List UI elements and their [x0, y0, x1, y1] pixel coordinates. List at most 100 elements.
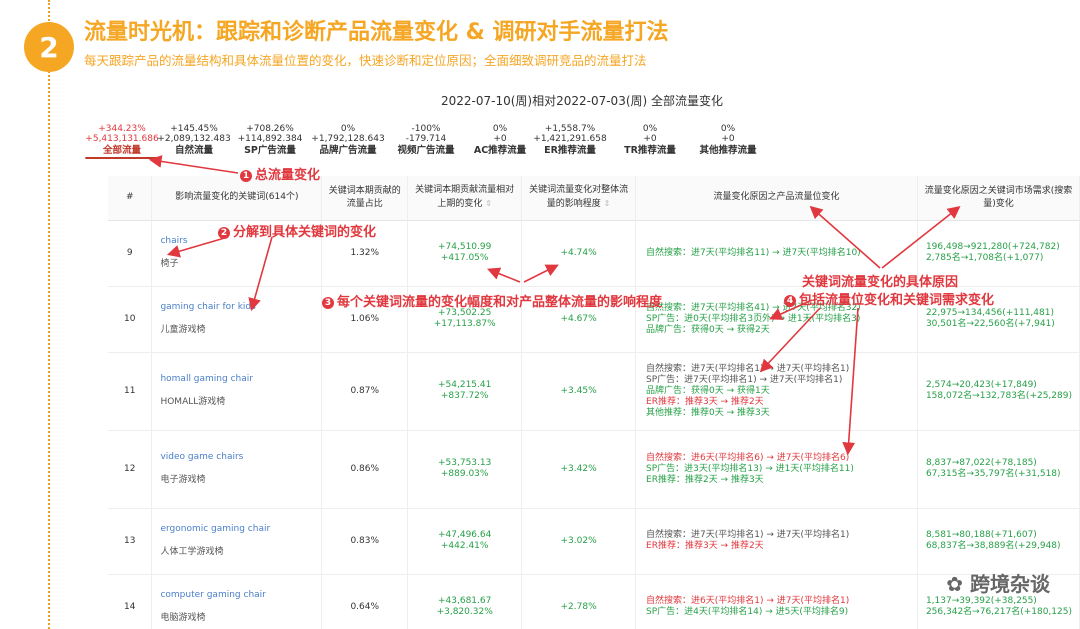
col-share[interactable]: 关键词本期贡献的流量占比: [321, 176, 409, 221]
keyword-link[interactable]: homall gaming chair: [160, 374, 317, 385]
sort-icon[interactable]: ⇕: [604, 199, 611, 208]
metric-all[interactable]: +344.23% +5,413,131.686 全部流量: [85, 124, 159, 159]
note-2: 2 分解到具体关键词的变化: [218, 221, 376, 240]
cell-impact: +4.74%: [521, 220, 637, 287]
cell-share: 0.64%: [321, 574, 409, 629]
note-text: 分解到具体关键词的变化: [233, 225, 377, 240]
metric-brand-ad[interactable]: 0% +1,792,128.643 品牌广告流量: [311, 124, 384, 156]
demand-line: 196,498→921,280(+724,782): [925, 242, 1060, 252]
screenshot-panel: 2022-07-10(周)相对2022-07-03(周) 全部流量变化 +344…: [84, 80, 1080, 629]
page-subtitle: 每天跟踪产品的流量结构和具体流量位置的变化，快速诊断和定位原因；全面细致调研竞品…: [84, 53, 647, 68]
reason-line: 品牌广告：获得0天 → 获得1天: [646, 385, 770, 396]
keyword-translation: 儿童游戏椅: [160, 325, 206, 335]
metric-val: +0: [643, 134, 657, 144]
demand-line: 2,785名→1,708名(+1,077): [925, 253, 1044, 263]
metric-val: +0: [493, 134, 507, 144]
demand-line: 30,501名→22,560名(+7,941): [925, 319, 1055, 329]
note-num: 4: [784, 295, 796, 307]
metric-pct: -100%: [411, 124, 441, 134]
metric-pct: 0%: [492, 124, 508, 134]
metric-pct: +145.45%: [170, 124, 218, 134]
cell-keyword: ergonomic gaming chair 人体工学游戏椅: [151, 508, 323, 575]
cell-reason-demand: 8,581→80,188(+71,607) 68,837名→38,889名(+29…: [917, 508, 1080, 575]
cell-num: 14: [108, 574, 153, 629]
note-num: 1: [240, 170, 252, 182]
cell-reason-pos: 自然搜索：进6天(平均排名6) → 进7天(平均排名6) SP广告：进3天(平均排…: [635, 430, 918, 509]
demand-line: 68,837名→38,889名(+29,948): [925, 541, 1061, 551]
table-row: 14 computer gaming chair 电脑游戏椅 0.64% +43,681…: [108, 574, 1080, 629]
col-impact[interactable]: 关键词流量变化对整体流量的影响程度 ⇕: [521, 176, 637, 221]
keyword-link[interactable]: ergonomic gaming chair: [160, 524, 317, 535]
demand-line: 67,315名→35,797名(+31,518): [925, 469, 1061, 479]
cell-change: +74,510.99 +417.05%: [407, 220, 523, 287]
metric-val: +114,892.384: [237, 134, 303, 144]
cell-reason-pos: 自然搜索：进7天(平均排名1) → 进7天(平均排名1) ER推荐：推荐3天 → …: [635, 508, 918, 575]
cell-num: 10: [108, 286, 153, 353]
keyword-link[interactable]: video game chairs: [160, 452, 317, 463]
timeline-line: [48, 0, 50, 629]
sort-icon[interactable]: ⇕: [485, 199, 492, 208]
note-3: 3 每个关键词流量的变化幅度和对产品整体流量的影响程度: [322, 291, 662, 310]
cell-reason-pos: 自然搜索：进6天(平均排名1) → 进7天(平均排名1) SP广告：进4天(平均排…: [635, 574, 918, 629]
reason-line: 自然搜索：进6天(平均排名1) → 进7天(平均排名1): [646, 596, 850, 606]
table-row: 12 video game chairs 电子游戏椅 0.86% +53,753.13 +…: [108, 430, 1080, 509]
metric-label: TR推荐流量: [624, 145, 676, 156]
change-abs: +47,496.64: [437, 530, 492, 540]
note-text: 总流量变化: [255, 168, 321, 183]
cell-num: 9: [108, 220, 153, 287]
metric-other[interactable]: 0% +0 其他推荐流量: [699, 124, 756, 156]
metric-ac[interactable]: 0% +0 AC推荐流量: [474, 124, 526, 156]
watermark-text: 跨境杂谈: [970, 572, 1050, 596]
page: 2 流量时光机：跟踪和诊断产品流量变化 & 调研对手流量打法 每天跟踪产品的流量…: [0, 0, 1080, 629]
reason-line: SP广告：进7天(平均排名1) → 进7天(平均排名1): [646, 374, 843, 385]
keyword-translation: 电子游戏椅: [160, 475, 206, 485]
change-pct: +3,820.32%: [436, 607, 493, 617]
col-change-label: 关键词本期贡献流量相对上期的变化: [415, 185, 515, 210]
reason-line: 品牌广告：获得0天 → 获得2天: [646, 324, 770, 335]
change-pct: +417.05%: [440, 253, 489, 263]
cell-share: 0.86%: [321, 430, 409, 509]
table-row: 13 ergonomic gaming chair 人体工学游戏椅 0.83% +47,…: [108, 508, 1080, 575]
change-abs: +43,681.67: [437, 596, 492, 606]
change-abs: +54,215.41: [437, 380, 492, 390]
metric-pct: +708.26%: [246, 124, 294, 134]
keyword-table: # 影响流量变化的关键词(614个) 关键词本期贡献的流量占比 关键词本期贡献流…: [108, 176, 1080, 629]
metric-organic[interactable]: +145.45% +2,089,132.483 自然流量: [157, 124, 230, 156]
metric-val: +5,413,131.686: [85, 134, 159, 144]
reason-line: SP广告：进3天(平均排名13) → 进1天(平均排名11): [646, 463, 854, 474]
period-label: 2022-07-10(周)相对2022-07-03(周) 全部流量变化: [440, 94, 724, 108]
reason-line: 自然搜索：进7天(平均排名11) → 进7天(平均排名10): [646, 247, 861, 258]
metric-val: -179.714: [405, 134, 447, 144]
metric-video-ad[interactable]: -100% -179.714 视频广告流量: [397, 124, 454, 156]
note-1: 1 总流量变化: [240, 164, 320, 183]
cell-change: +53,753.13 +889.03%: [407, 430, 523, 509]
change-abs: +53,753.13: [437, 458, 492, 468]
keyword-link[interactable]: computer gaming chair: [160, 590, 317, 601]
keyword-link[interactable]: gaming chair for kids: [160, 302, 317, 313]
col-num: #: [108, 176, 153, 221]
keyword-translation: 电脑游戏椅: [160, 613, 206, 623]
cell-reason-demand: 8,837→87,022(+78,185) 67,315名→35,797名(+31…: [917, 430, 1080, 509]
note-num: 2: [218, 227, 230, 239]
metric-pct: 0%: [642, 124, 658, 134]
cell-keyword: gaming chair for kids 儿童游戏椅: [151, 286, 323, 353]
cell-share: 0.87%: [321, 352, 409, 431]
change-pct: +889.03%: [440, 469, 489, 479]
cell-num: 13: [108, 508, 153, 575]
metric-sp-ad[interactable]: +708.26% +114,892.384 SP广告流量: [238, 124, 303, 156]
demand-line: 8,837→87,022(+78,185): [925, 458, 1037, 468]
metric-label: SP广告流量: [244, 145, 296, 156]
metric-er[interactable]: +1,558.7% +1,421,291.658 ER推荐流量: [533, 124, 606, 156]
metric-label: 品牌广告流量: [319, 145, 377, 156]
metric-tr[interactable]: 0% +0 TR推荐流量: [624, 124, 676, 156]
metric-pct: 0%: [720, 124, 736, 134]
keyword-translation: 人体工学游戏椅: [160, 547, 224, 557]
reason-line: SP广告：进4天(平均排名14) → 进5天(平均排名9): [646, 607, 849, 617]
cell-change: +54,215.41 +837.72%: [407, 352, 523, 431]
col-change[interactable]: 关键词本期贡献流量相对上期的变化 ⇕: [407, 176, 523, 221]
metric-label: AC推荐流量: [473, 145, 527, 156]
reason-line: SP广告：进0天(平均排名3页外) → 进1天(平均排名3): [646, 313, 861, 324]
cell-impact: +3.02%: [521, 508, 637, 575]
reason-line: ER推荐：推荐3天 → 推荐2天: [646, 396, 764, 407]
note-text: 每个关键词流量的变化幅度和对产品整体流量的影响程度: [337, 295, 663, 310]
